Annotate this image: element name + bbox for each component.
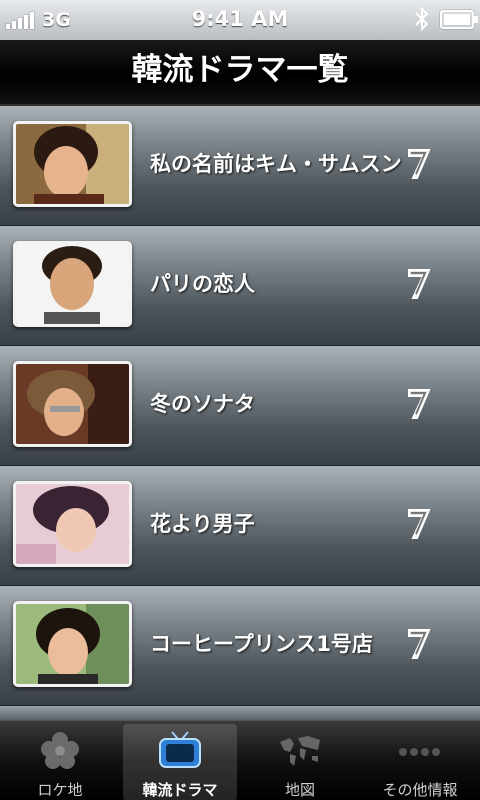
list-next-row-peek [0,706,480,720]
drama-list: 私の名前はキム・サムスン パリの恋人 冬のソナタ 花より男子 コーヒープリンス1… [0,106,480,720]
chevron-right-icon [408,629,431,659]
tab-bar: ロケ地 韓流ドラマ 地図 その他情報 [0,720,480,800]
drama-title: コーヒープリンス1号店 [150,632,373,656]
chevron-right-icon [408,269,431,299]
status-time: 9:41 AM [191,7,289,31]
drama-title: 花より男子 [150,512,255,536]
drama-thumbnail [13,121,132,207]
chevron-right-icon [408,509,431,539]
tab-korean-drama[interactable]: 韓流ドラマ [123,724,237,800]
tab-label: 地図 [284,781,315,799]
flower-icon [41,732,79,769]
drama-thumbnail [13,481,132,567]
tab-map[interactable]: 地図 [243,724,357,800]
drama-row-5[interactable]: コーヒープリンス1号店 [0,586,480,706]
chevron-right-icon [408,149,431,179]
drama-row-1[interactable]: 私の名前はキム・サムスン [0,106,480,226]
battery-icon [440,10,478,29]
bluetooth-icon [415,6,429,32]
chevron-right-icon [408,389,431,419]
tab-label: その他情報 [382,781,458,799]
tv-icon [159,731,201,768]
world-map-icon [280,736,320,766]
drama-thumbnail [13,241,132,327]
more-icon [399,748,440,756]
tab-label: 韓流ドラマ [142,781,218,799]
drama-thumbnail [13,601,132,687]
status-bar: 3G 9:41 AM [0,0,480,40]
tab-other-info[interactable]: その他情報 [363,724,477,800]
tab-locations[interactable]: ロケ地 [3,724,117,800]
page-title: 韓流ドラマ一覧 [0,40,480,106]
drama-thumbnail [13,361,132,447]
tab-label: ロケ地 [37,781,83,799]
drama-title: 私の名前はキム・サムスン [150,152,402,176]
drama-row-4[interactable]: 花より男子 [0,466,480,586]
drama-title: 冬のソナタ [150,392,255,416]
drama-row-2[interactable]: パリの恋人 [0,226,480,346]
drama-title: パリの恋人 [150,272,255,296]
drama-row-3[interactable]: 冬のソナタ [0,346,480,466]
